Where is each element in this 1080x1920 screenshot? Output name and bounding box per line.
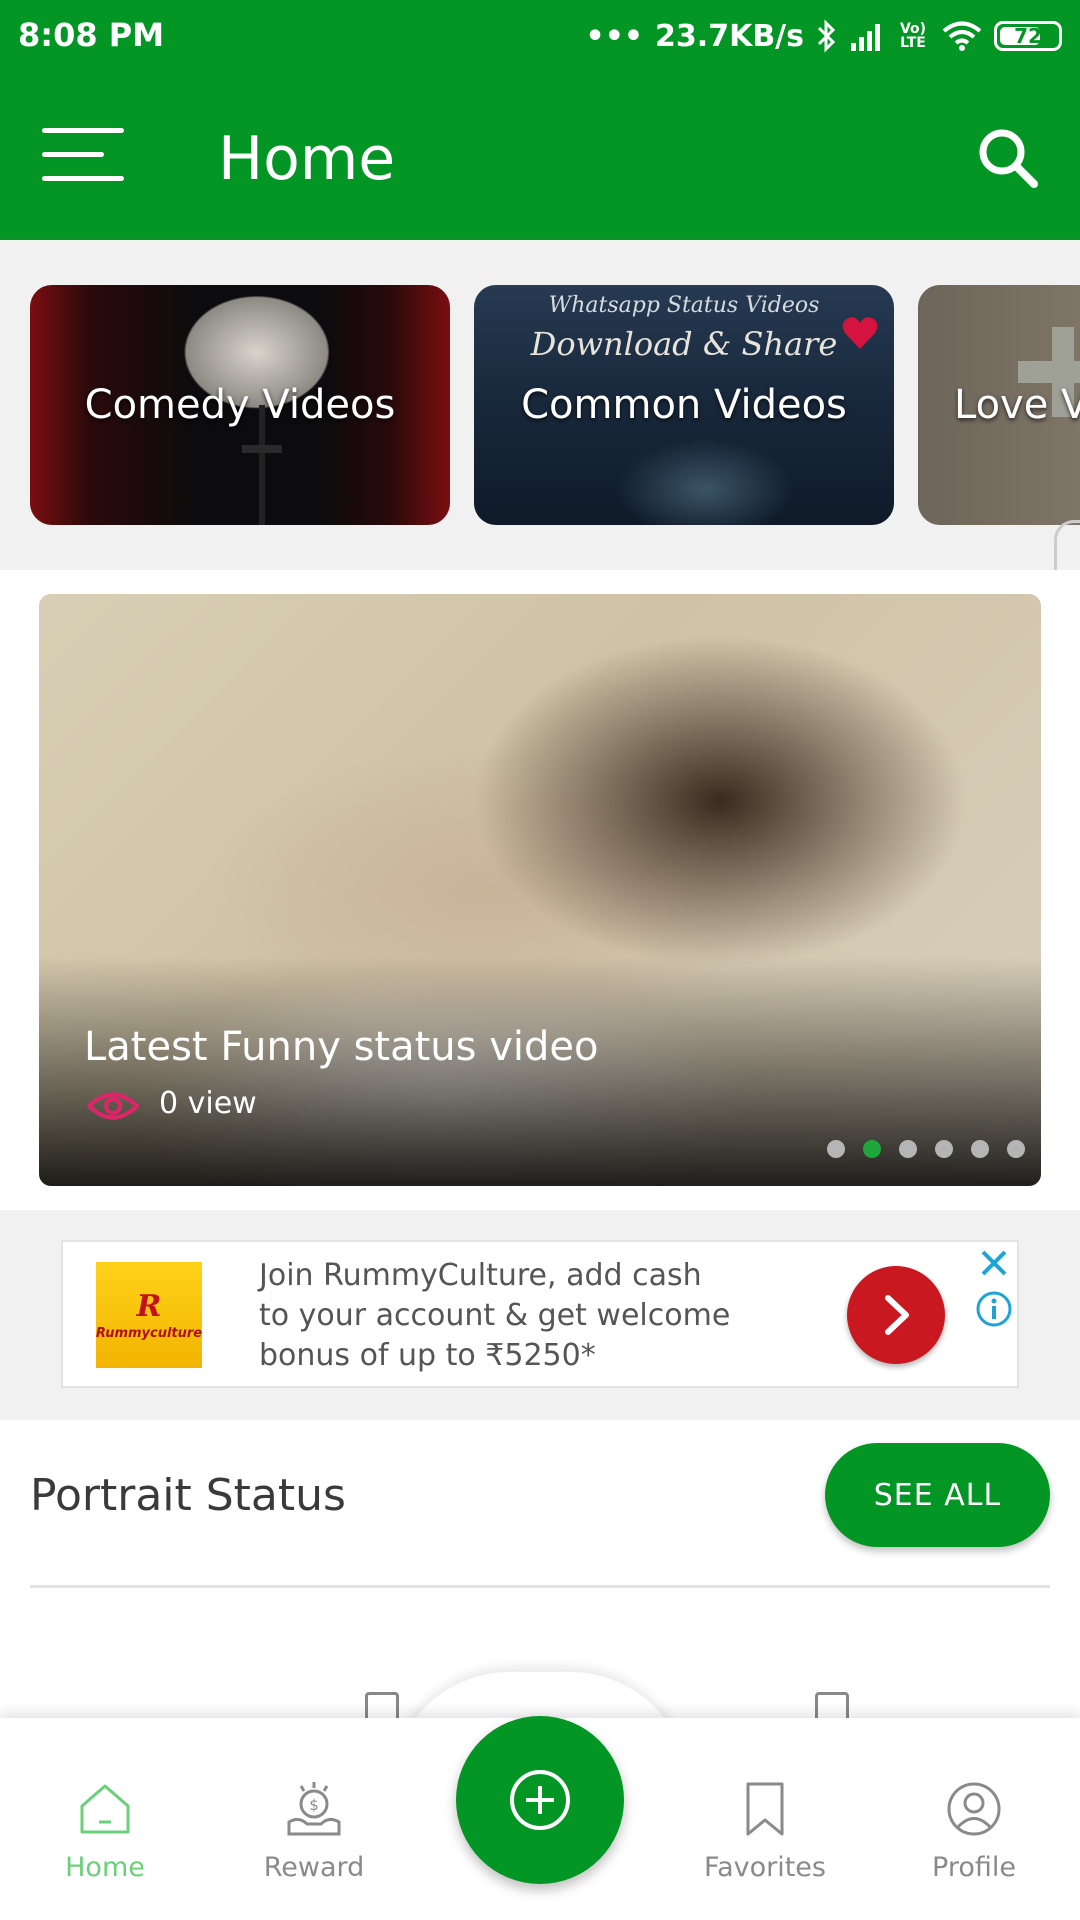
carousel-dots bbox=[827, 1140, 1025, 1158]
ad-brand: Rummyculture bbox=[95, 1326, 203, 1341]
close-icon[interactable] bbox=[977, 1246, 1011, 1280]
carousel-dot[interactable] bbox=[899, 1140, 917, 1158]
svg-text:$: $ bbox=[309, 1796, 319, 1814]
reward-coin-icon: $ bbox=[287, 1782, 341, 1836]
category-label: Love V bbox=[954, 382, 1080, 428]
profile-icon bbox=[947, 1782, 1001, 1836]
bookmark-icon bbox=[746, 1782, 784, 1836]
ad-logo: R Rummyculture bbox=[96, 1262, 202, 1368]
ad-open-button[interactable] bbox=[847, 1266, 945, 1364]
nav-profile[interactable]: Profile bbox=[894, 1780, 1054, 1900]
add-button[interactable] bbox=[456, 1716, 624, 1884]
page-title: Home bbox=[218, 124, 396, 194]
see-all-button[interactable]: SEE ALL bbox=[825, 1443, 1050, 1547]
status-icons: ••• 23.7KB/s Vo) LTE 72 bbox=[586, 14, 1062, 58]
chevron-right-icon bbox=[885, 1295, 909, 1335]
app-bar: Home bbox=[0, 72, 1080, 240]
carousel-dot[interactable] bbox=[1007, 1140, 1025, 1158]
ad-section: R Rummyculture Join RummyCulture, add ca… bbox=[0, 1210, 1080, 1420]
hamburger-menu-icon[interactable] bbox=[42, 128, 124, 182]
nav-reward-label: Reward bbox=[263, 1852, 365, 1883]
featured-section: Latest Funny status video 0 view bbox=[0, 570, 1080, 1210]
heart-icon bbox=[842, 317, 878, 349]
featured-video-card[interactable]: Latest Funny status video 0 view bbox=[39, 594, 1041, 1186]
battery-icon: 72 bbox=[994, 21, 1062, 51]
home-icon bbox=[80, 1784, 130, 1834]
status-time: 8:08 PM bbox=[18, 16, 165, 54]
nav-home[interactable]: Home bbox=[25, 1780, 185, 1900]
nav-favorites-label: Favorites bbox=[704, 1852, 826, 1883]
category-card-love[interactable]: Love V bbox=[918, 285, 1080, 525]
watermark-main: Download & Share bbox=[530, 325, 838, 363]
view-count: 0 view bbox=[159, 1086, 257, 1121]
carousel-dot[interactable] bbox=[863, 1140, 881, 1158]
category-label: Comedy Videos bbox=[84, 382, 396, 428]
nav-home-label: Home bbox=[65, 1852, 145, 1883]
category-card-common[interactable]: Whatsapp Status Videos Download & Share … bbox=[474, 285, 894, 525]
nav-favorites[interactable]: Favorites bbox=[685, 1780, 845, 1900]
volte-label: Vo) LTE bbox=[899, 21, 927, 51]
featured-title: Latest Funny status video bbox=[84, 1024, 599, 1070]
carousel-dot[interactable] bbox=[827, 1140, 845, 1158]
carousel-dot[interactable] bbox=[935, 1140, 953, 1158]
ad-logo-mark: R bbox=[136, 1289, 162, 1324]
add-circle-icon bbox=[510, 1770, 570, 1830]
ad-banner[interactable]: R Rummyculture Join RummyCulture, add ca… bbox=[61, 1240, 1019, 1388]
status-bar: 8:08 PM ••• 23.7KB/s Vo) LTE 72 bbox=[0, 0, 1080, 72]
category-card-comedy[interactable]: Comedy Videos bbox=[30, 285, 450, 525]
section-divider bbox=[30, 1585, 1050, 1588]
watermark-top: Whatsapp Status Videos bbox=[548, 293, 820, 318]
battery-level: 72 bbox=[1014, 24, 1042, 48]
nav-reward[interactable]: $ Reward bbox=[234, 1780, 394, 1900]
bluetooth-icon bbox=[817, 19, 836, 53]
eye-icon bbox=[87, 1092, 139, 1120]
search-icon[interactable] bbox=[976, 126, 1040, 190]
category-carousel[interactable]: Comedy Videos Whatsapp Status Videos Dow… bbox=[0, 240, 1080, 570]
more-dots-icon: ••• bbox=[585, 18, 644, 54]
section-title: Portrait Status bbox=[30, 1470, 346, 1521]
network-speed: 23.7KB/s bbox=[655, 18, 804, 54]
signal-icon bbox=[851, 24, 880, 51]
ad-text: Join RummyCulture, add cash to your acco… bbox=[259, 1258, 731, 1373]
info-icon[interactable] bbox=[975, 1290, 1013, 1328]
carousel-dot[interactable] bbox=[971, 1140, 989, 1158]
wifi-icon bbox=[942, 21, 982, 51]
nav-profile-label: Profile bbox=[932, 1852, 1016, 1883]
category-label: Common Videos bbox=[521, 382, 847, 428]
